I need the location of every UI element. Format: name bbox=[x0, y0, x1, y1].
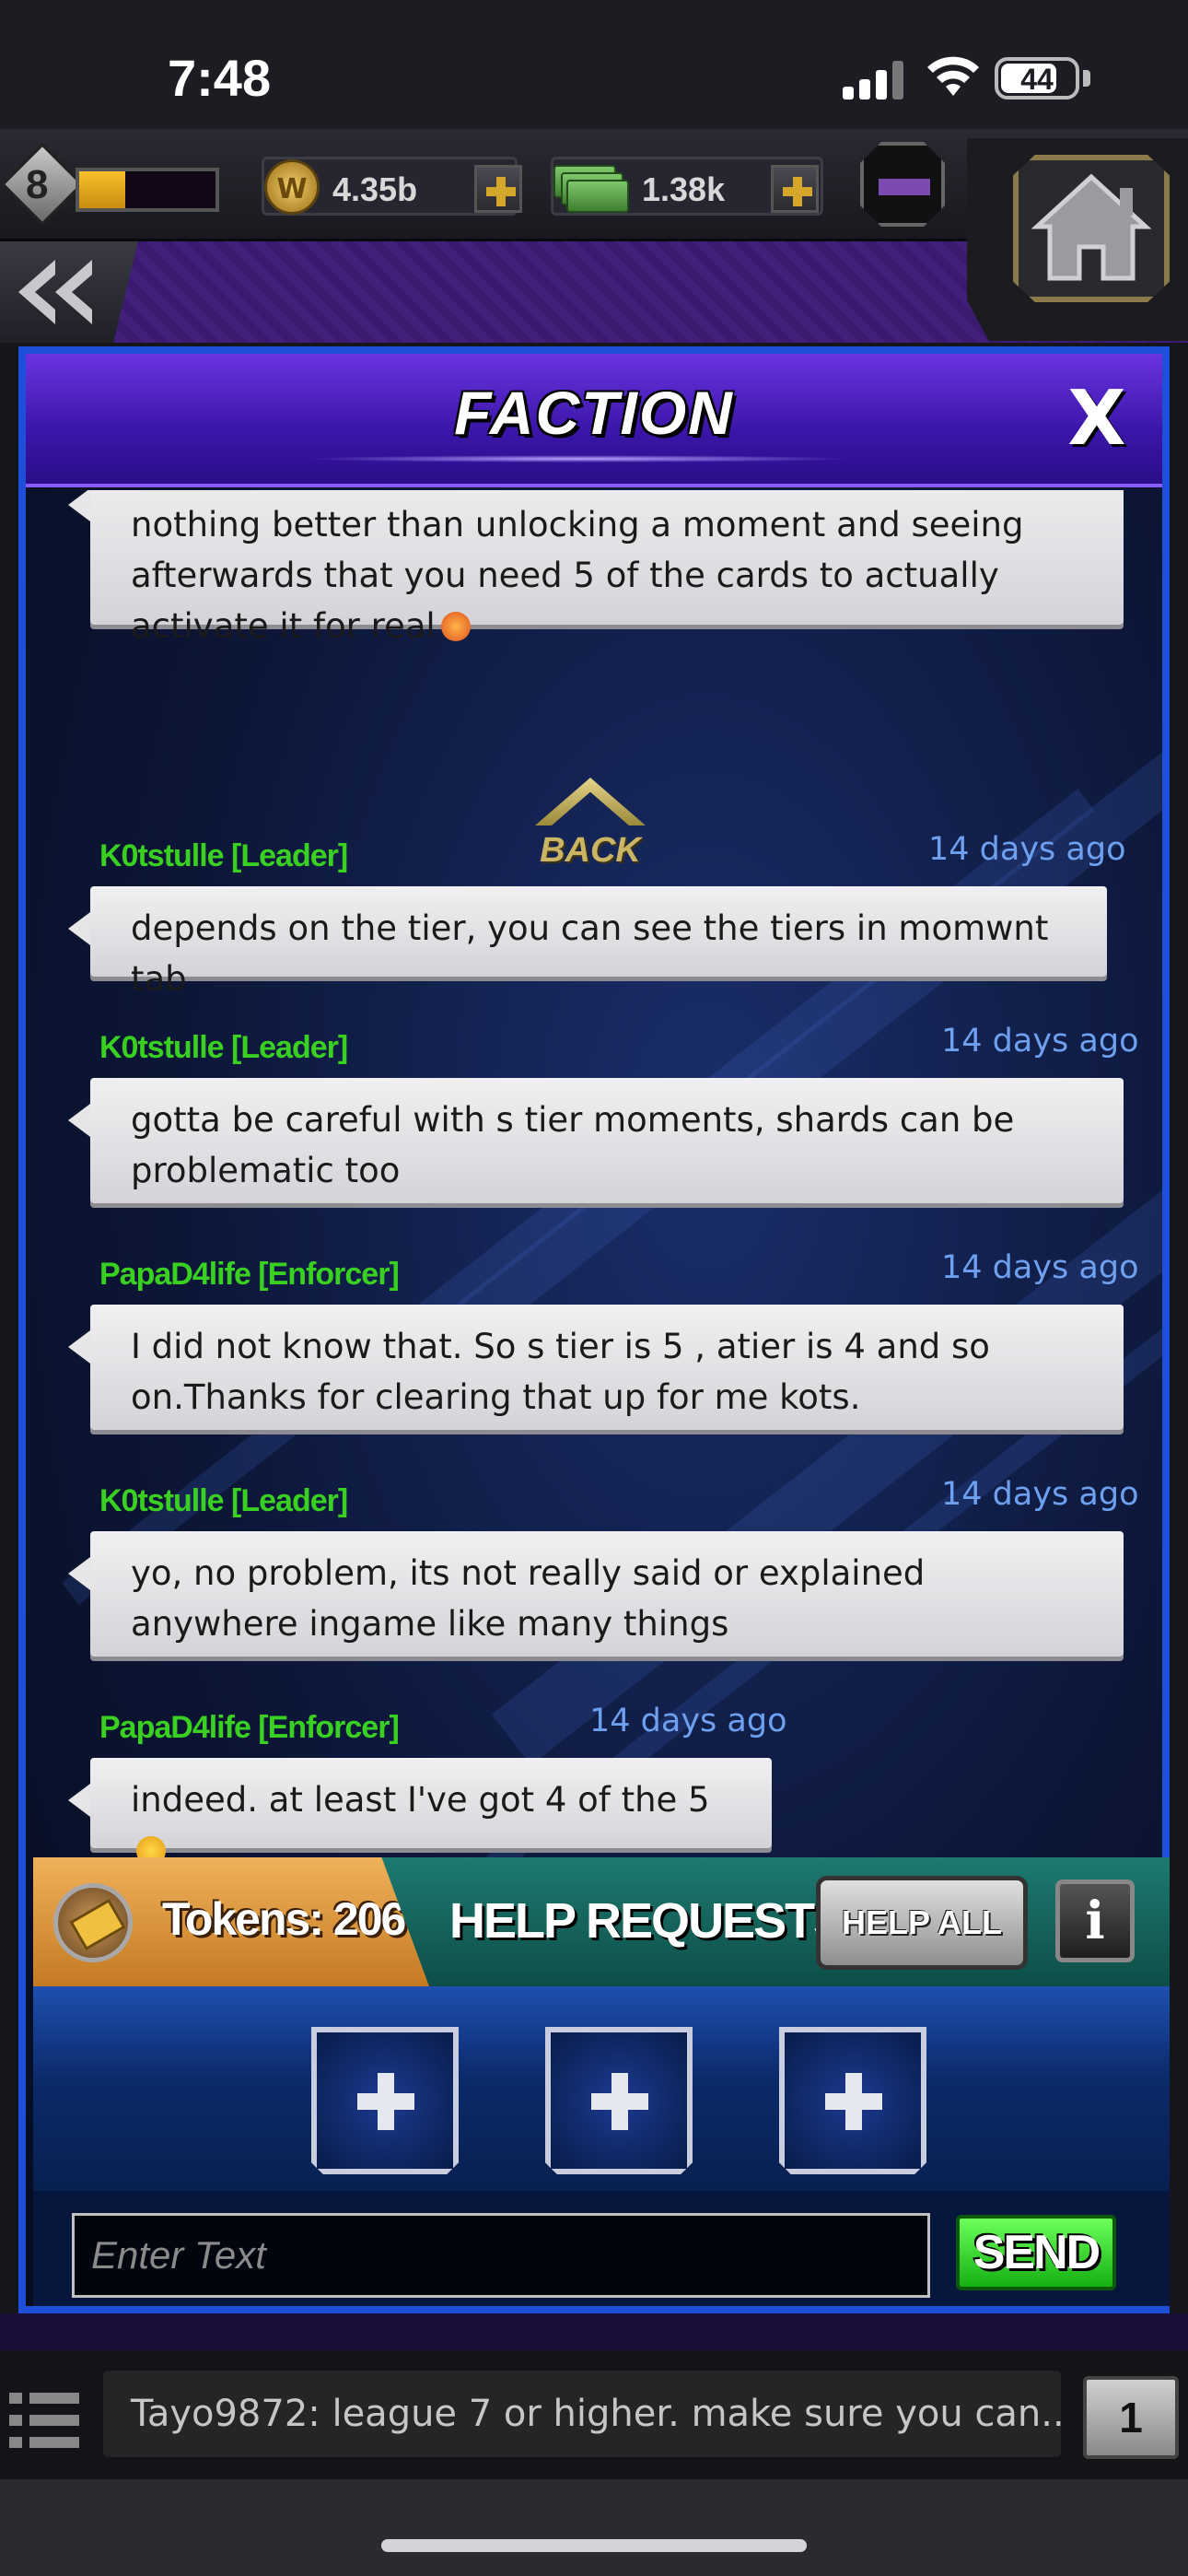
cash-icon bbox=[553, 161, 629, 213]
message-timestamp: 14 days ago bbox=[941, 1476, 1139, 1513]
chevron-up-icon bbox=[535, 778, 646, 825]
home-indicator-area bbox=[0, 2479, 1188, 2576]
message-sender[interactable]: PapaD4life [Enforcer] bbox=[99, 1257, 400, 1293]
message-timestamp: 14 days ago bbox=[941, 1023, 1139, 1060]
add-card-slot-3[interactable] bbox=[779, 2027, 926, 2174]
chat-message: yo, no problem, its not really said or e… bbox=[68, 1531, 1124, 1657]
faction-token-icon bbox=[53, 1883, 133, 1962]
tokens-box: Tokens: 206 bbox=[33, 1857, 429, 1986]
add-card-slot-1[interactable] bbox=[311, 2027, 459, 2174]
info-button[interactable]: i bbox=[1055, 1879, 1135, 1962]
wwe-coin-icon bbox=[264, 159, 320, 215]
player-level: 8 bbox=[26, 162, 49, 207]
status-time: 7:48 bbox=[168, 49, 272, 107]
list-menu-icon[interactable] bbox=[9, 2387, 79, 2457]
message-text: yo, no problem, its not really said or e… bbox=[131, 1553, 926, 1644]
cellular-signal-icon bbox=[843, 59, 907, 100]
home-indicator[interactable] bbox=[381, 2539, 807, 2552]
wifi-icon bbox=[927, 56, 979, 96]
back-label: BACK bbox=[540, 831, 641, 870]
panel-footer-strip bbox=[0, 2313, 1188, 2350]
chat-message: I did not know that. So s tier is 5 , at… bbox=[68, 1305, 1124, 1430]
add-coins-button[interactable] bbox=[474, 165, 522, 213]
global-chat-preview[interactable]: Tayo9872: league 7 or higher. make sure … bbox=[103, 2371, 1061, 2457]
message-sender[interactable]: K0tstulle [Leader] bbox=[99, 1483, 348, 1519]
global-chat-bar: Tayo9872: league 7 or higher. make sure … bbox=[0, 2350, 1188, 2479]
chat-list[interactable]: nothing better than unlocking a moment a… bbox=[33, 490, 1170, 1857]
chat-message: depends on the tier, you can see the tie… bbox=[68, 886, 1107, 999]
message-composer: SEND bbox=[33, 2191, 1170, 2306]
winking-tongue-emoji-icon bbox=[136, 1836, 166, 1857]
close-button[interactable]: X bbox=[1055, 378, 1138, 461]
message-timestamp: 14 days ago bbox=[589, 1703, 787, 1739]
help-all-button[interactable]: HELP ALL bbox=[816, 1876, 1028, 1970]
message-timestamp: 14 days ago bbox=[941, 1249, 1139, 1286]
coins-display: 4.35b bbox=[262, 157, 522, 216]
message-text: gotta be careful with s tier moments, sh… bbox=[131, 1100, 1015, 1190]
double-chevron-left-icon bbox=[18, 260, 92, 324]
chat-message: indeed. at least I've got 4 of the 5 bbox=[68, 1758, 772, 1857]
grimace-emoji-icon bbox=[440, 612, 471, 641]
message-sender[interactable]: K0tstulle [Leader] bbox=[99, 1030, 348, 1066]
chat-page-button[interactable]: 1 bbox=[1083, 2376, 1179, 2459]
home-button[interactable] bbox=[1013, 155, 1170, 302]
cash-display: 1.38k bbox=[551, 157, 823, 216]
add-cash-button[interactable] bbox=[771, 165, 819, 213]
help-requests-bar: Tokens: 206 HELP REQUESTS: 0 HELP ALL i bbox=[33, 1857, 1170, 1986]
championship-belt-icon[interactable] bbox=[860, 142, 945, 227]
panel-header: FACTION X bbox=[26, 354, 1162, 487]
message-text: I did not know that. So s tier is 5 , at… bbox=[131, 1327, 990, 1417]
coins-value: 4.35b bbox=[332, 170, 418, 208]
xp-progress-bar bbox=[76, 168, 219, 212]
message-text: nothing better than unlocking a moment a… bbox=[131, 505, 1024, 646]
chat-message: gotta be careful with s tier moments, sh… bbox=[68, 1078, 1124, 1203]
chat-text-input[interactable] bbox=[72, 2213, 930, 2298]
add-card-slot-2[interactable] bbox=[545, 2027, 693, 2174]
scroll-back-button[interactable]: BACK bbox=[535, 778, 646, 879]
message-sender[interactable]: PapaD4life [Enforcer] bbox=[99, 1710, 400, 1746]
panel-title: FACTION bbox=[454, 379, 734, 447]
chat-message: nothing better than unlocking a moment a… bbox=[68, 490, 1124, 646]
tokens-count: Tokens: 206 bbox=[162, 1893, 406, 1945]
faction-panel: FACTION X nothing better than unlocking … bbox=[18, 346, 1170, 2313]
cash-value: 1.38k bbox=[642, 170, 726, 208]
card-slots bbox=[33, 1986, 1170, 2191]
home-icon bbox=[1031, 173, 1152, 281]
message-text: depends on the tier, you can see the tie… bbox=[131, 908, 1049, 999]
send-button[interactable]: SEND bbox=[956, 2215, 1116, 2290]
status-bar: 7:48 44 bbox=[0, 0, 1188, 129]
battery-icon: 44 bbox=[995, 57, 1079, 100]
message-timestamp: 14 days ago bbox=[928, 831, 1126, 868]
battery-level: 44 bbox=[1020, 63, 1054, 96]
message-sender[interactable]: K0tstulle [Leader] bbox=[99, 838, 348, 874]
message-text: indeed. at least I've got 4 of the 5 bbox=[131, 1780, 710, 1820]
